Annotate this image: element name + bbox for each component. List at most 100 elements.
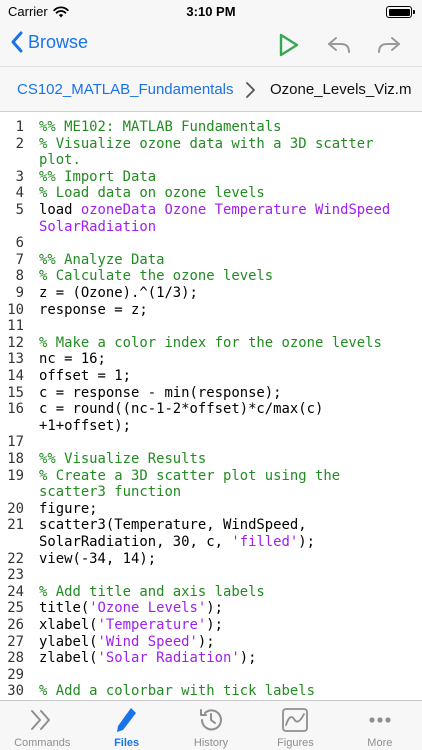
code-text: %% Analyze Data bbox=[39, 252, 418, 269]
tab-figures[interactable]: Figures bbox=[253, 701, 337, 750]
code-comment: %% Analyze Data bbox=[39, 251, 165, 268]
undo-icon[interactable] bbox=[325, 31, 353, 59]
line-number: 7 bbox=[15, 251, 24, 268]
line-number: 30 bbox=[7, 683, 24, 700]
status-bar: Carrier 3:10 PM bbox=[0, 0, 422, 24]
code-token: offset = 1; bbox=[39, 368, 131, 384]
code-text: title('Ozone Levels'); bbox=[39, 600, 418, 617]
code-comment: scatter3 function bbox=[39, 484, 182, 501]
line-number: 4 bbox=[15, 185, 24, 202]
code-comment: % Visualize ozone data with a 3D scatter bbox=[39, 135, 374, 152]
code-text: % Make a color index for the ozone level… bbox=[39, 335, 418, 352]
code-token: c = round((nc-1-2*offset)*c/max(c) bbox=[39, 401, 324, 418]
code-token: ); bbox=[239, 650, 257, 667]
code-text: offset = 1; bbox=[39, 368, 418, 385]
code-comment: %% Import Data bbox=[39, 168, 157, 185]
breadcrumb-parent-folder[interactable]: CS102_MATLAB_Fundamentals bbox=[17, 81, 234, 98]
code-string: 'Solar Radiation' bbox=[97, 650, 240, 667]
code-token: c = response - min(response); bbox=[39, 384, 282, 401]
figures-icon bbox=[282, 708, 309, 732]
status-time: 3:10 PM bbox=[186, 4, 236, 19]
code-string: 'filled' bbox=[231, 534, 299, 550]
code-token: load bbox=[39, 202, 81, 218]
code-token: z = (Ozone).^(1/3); bbox=[39, 285, 198, 301]
tab-commands[interactable]: Commands bbox=[0, 701, 84, 750]
line-number: 13 bbox=[7, 351, 24, 368]
navigation-bar: Browse bbox=[0, 24, 422, 66]
code-comment: %% ME102: MATLAB Fundamentals bbox=[39, 119, 282, 135]
redo-icon[interactable] bbox=[375, 31, 403, 59]
code-text: % Calculate the ozone levels bbox=[39, 268, 418, 285]
code-text: load ozoneData Ozone Temperature WindSpe… bbox=[39, 202, 418, 219]
code-text: % Create a 3D scatter plot using the bbox=[39, 468, 418, 485]
line-number: 3 bbox=[15, 168, 24, 185]
code-string: 'Wind Speed' bbox=[97, 633, 198, 650]
code-token: figure; bbox=[39, 500, 98, 517]
code-text: z = (Ozone).^(1/3); bbox=[39, 285, 418, 302]
line-number: 21 bbox=[7, 517, 24, 534]
code-text: c = round((nc-1-2*offset)*c/max(c) bbox=[39, 401, 418, 418]
code-string: 'Ozone Levels' bbox=[89, 600, 207, 617]
code-token: ylabel( bbox=[39, 633, 98, 650]
code-text: figure; bbox=[39, 501, 418, 518]
code-comment: plot. bbox=[39, 152, 81, 169]
code-text: SolarRadiation, 30, c, 'filled'); bbox=[39, 534, 418, 551]
code-token: ); bbox=[298, 534, 315, 550]
line-number: 10 bbox=[7, 301, 24, 318]
breadcrumb: CS102_MATLAB_Fundamentals Ozone_Levels_V… bbox=[0, 66, 422, 112]
code-token: ); bbox=[206, 617, 223, 633]
code-token: SolarRadiation, 30, c, bbox=[39, 534, 232, 550]
code-text: +1+offset); bbox=[39, 418, 418, 435]
tab-more[interactable]: More bbox=[338, 701, 422, 750]
tab-bar: Commands Files History Figures More bbox=[0, 700, 422, 750]
code-editor[interactable]: 1 %% ME102: MATLAB Fundamentals 2 % Visuali… bbox=[0, 112, 422, 700]
line-number: 19 bbox=[7, 467, 24, 484]
code-token: +1+offset); bbox=[39, 417, 131, 434]
line-number: 8 bbox=[15, 268, 24, 285]
line-number: 28 bbox=[7, 650, 24, 667]
tab-files[interactable]: Files bbox=[84, 701, 168, 750]
code-text: % Add title and axis labels bbox=[39, 584, 418, 601]
code-string: 'Temperature' bbox=[97, 617, 207, 633]
code-text: c = response - min(response); bbox=[39, 385, 418, 402]
history-icon bbox=[200, 709, 223, 731]
line-number: 11 bbox=[7, 318, 24, 335]
line-number: 9 bbox=[15, 285, 24, 301]
run-icon[interactable] bbox=[274, 31, 302, 59]
back-button[interactable]: Browse bbox=[10, 31, 88, 53]
tab-history-label: History bbox=[193, 737, 229, 749]
code-text: zlabel('Solar Radiation'); bbox=[39, 650, 418, 667]
code-comment: % Add title and axis labels bbox=[39, 583, 265, 600]
chevron-left-icon bbox=[11, 31, 23, 53]
code-string: ozoneData Ozone Temperature WindSpeed bbox=[80, 202, 391, 218]
commands-icon bbox=[31, 710, 51, 730]
tab-files-label: Files bbox=[114, 737, 140, 749]
line-number: 16 bbox=[7, 401, 24, 418]
line-number: 17 bbox=[7, 434, 24, 451]
line-number: 15 bbox=[7, 384, 24, 401]
code-text: plot. bbox=[39, 152, 418, 169]
line-number: 6 bbox=[15, 235, 24, 252]
code-text: SolarRadiation bbox=[39, 219, 418, 236]
line-number: 5 bbox=[15, 202, 24, 218]
code-text: response = z; bbox=[39, 302, 418, 319]
code-token: title( bbox=[39, 600, 90, 617]
code-token: ); bbox=[197, 633, 215, 650]
code-comment: % Make a color index for the ozone level… bbox=[39, 334, 382, 351]
tab-history[interactable]: History bbox=[169, 701, 253, 750]
code-token: view(-34, 14); bbox=[39, 550, 157, 567]
line-number: 20 bbox=[7, 500, 24, 517]
code-text: scatter3(Temperature, WindSpeed, bbox=[39, 517, 418, 534]
code-token: zlabel( bbox=[39, 650, 98, 667]
code-text: xlabel('Temperature'); bbox=[39, 617, 418, 634]
tab-figures-label: Figures bbox=[277, 737, 314, 749]
tab-commands-label: Commands bbox=[14, 737, 71, 749]
code-token: ); bbox=[206, 600, 224, 617]
code-comment: % Calculate the ozone levels bbox=[39, 268, 274, 285]
code-text: ylabel('Wind Speed'); bbox=[39, 634, 418, 651]
code-text: % Add a colorbar with tick labels bbox=[39, 683, 418, 700]
line-number: 27 bbox=[7, 633, 24, 650]
tab-more-label: More bbox=[367, 737, 393, 749]
battery-icon bbox=[386, 6, 415, 18]
code-text: % Visualize ozone data with a 3D scatter bbox=[39, 136, 418, 153]
